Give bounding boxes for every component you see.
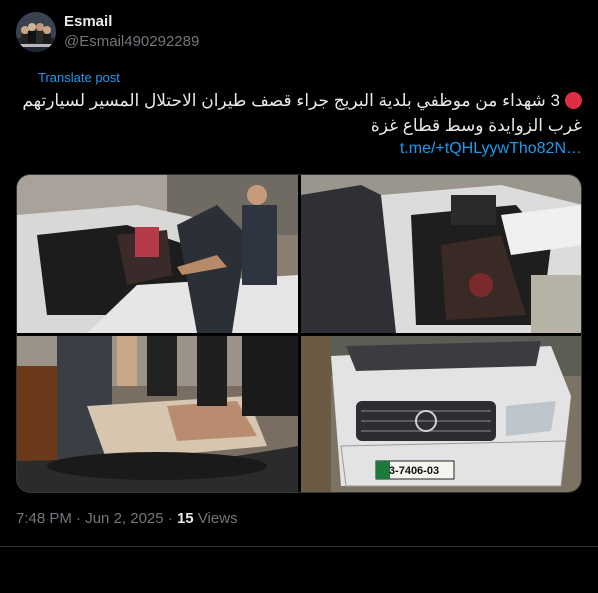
post-text-line-1: 3 شهداء من موظفي بلدية البريج جراء قصف ط… [22, 88, 582, 113]
views-label: Views [197, 510, 238, 527]
author-name[interactable]: Esmail [64, 13, 112, 30]
media-image-4[interactable]: 3-7406-03 [301, 336, 581, 492]
meta-separator-2: · [167, 510, 173, 527]
car-interior-photo [301, 175, 581, 333]
post-date[interactable]: Jun 2, 2025 [85, 510, 163, 527]
post-text-line-1-content: 3 شهداء من موظفي بلدية البريج جراء قصف ط… [22, 91, 560, 110]
tweet-card: Esmail @Esmail490292289 Translate post 3… [0, 0, 598, 593]
media-grid: 3-7406-03 [16, 174, 582, 493]
author-avatar[interactable] [16, 12, 56, 52]
bottom-divider [0, 546, 598, 547]
media-image-1[interactable] [17, 175, 298, 333]
views-count: 15 [176, 510, 194, 527]
media-image-3[interactable] [17, 336, 298, 492]
car-door-photo [17, 175, 298, 333]
media-image-2[interactable] [301, 175, 581, 333]
car-front-photo: 3-7406-03 [301, 336, 581, 492]
red-circle-icon [565, 92, 582, 109]
post-text: 3 شهداء من موظفي بلدية البريج جراء قصف ط… [22, 88, 582, 138]
license-plate-text: 3-7406-03 [389, 465, 439, 477]
telegram-link[interactable]: t.me/+tQHLyywTho82N… [400, 140, 582, 158]
translate-post-link[interactable]: Translate post [38, 70, 120, 85]
author-handle[interactable]: @Esmail490292289 [64, 33, 199, 50]
post-text-line-2: غرب الزوايدة وسط قطاع غزة [370, 116, 582, 135]
post-time[interactable]: 7:48 PM [16, 510, 72, 527]
post-meta: 7:48 PM · Jun 2, 2025 · 15 Views [16, 510, 238, 527]
ground-scene-photo [17, 336, 298, 492]
meta-separator: · [76, 510, 82, 527]
avatar-image [16, 12, 56, 52]
